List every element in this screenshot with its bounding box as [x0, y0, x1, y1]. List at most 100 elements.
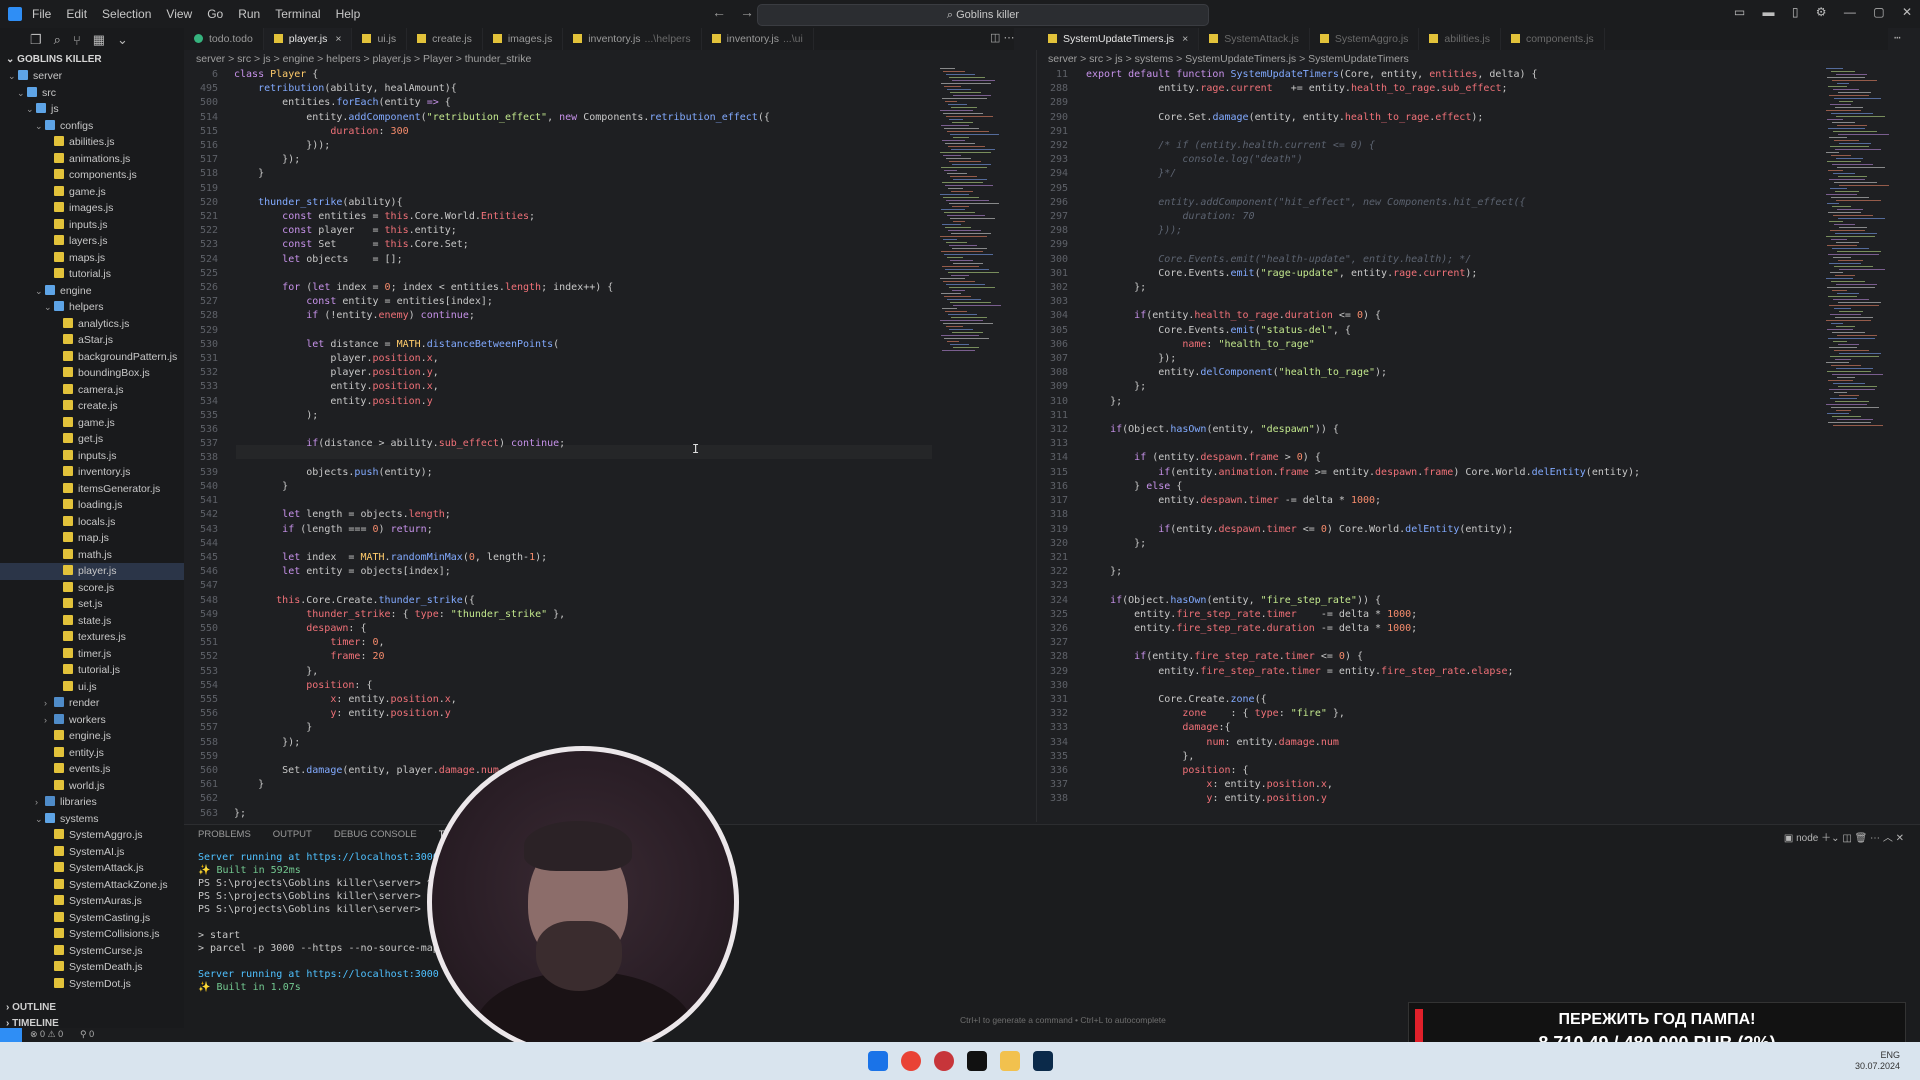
layout-icon[interactable]: ▭: [1734, 5, 1745, 19]
file-item[interactable]: state.js: [0, 613, 184, 630]
code-line[interactable]: if(entity.fire_step_rate.timer <= 0) {: [1086, 650, 1826, 664]
file-item[interactable]: game.js: [0, 415, 184, 432]
code-line[interactable]: player.position.x,: [234, 352, 934, 366]
file-item[interactable]: events.js: [0, 761, 184, 778]
close-panel-icon[interactable]: ✕: [1896, 833, 1904, 844]
code-line[interactable]: position: {: [1086, 764, 1826, 778]
code-line[interactable]: },: [234, 665, 934, 679]
folder-item[interactable]: ⌄ engine: [0, 283, 184, 300]
file-item[interactable]: SystemCasting.js: [0, 910, 184, 927]
maximize-panel-icon[interactable]: ︿: [1883, 833, 1893, 844]
source-control-icon[interactable]: ⑂: [73, 33, 81, 48]
folder-item[interactable]: › libraries: [0, 794, 184, 811]
code-line[interactable]: let length = objects.length;: [234, 508, 934, 522]
file-item[interactable]: ui.js: [0, 679, 184, 696]
code-line[interactable]: this.Core.Create.thunder_strike({: [234, 594, 934, 608]
file-item[interactable]: SystemAuras.js: [0, 893, 184, 910]
code-line[interactable]: entity.rage.current += entity.health_to_…: [1086, 82, 1826, 96]
code-line[interactable]: timer: 0,: [234, 636, 934, 650]
close-tab-icon[interactable]: ×: [335, 33, 341, 45]
more-actions-icon[interactable]: ⋯: [1894, 31, 1901, 44]
add-terminal-icon[interactable]: ＋⌄: [1821, 833, 1839, 844]
code-line[interactable]: Core.Create.zone({: [1086, 693, 1826, 707]
code-line[interactable]: };: [1086, 565, 1826, 579]
code-line[interactable]: } else {: [1086, 480, 1826, 494]
file-item[interactable]: maps.js: [0, 250, 184, 267]
file-item[interactable]: inputs.js: [0, 448, 184, 465]
file-item[interactable]: SystemAttack.js: [0, 860, 184, 877]
file-item[interactable]: get.js: [0, 431, 184, 448]
file-explorer-icon[interactable]: [1000, 1051, 1020, 1071]
code-line[interactable]: y: entity.position.y: [1086, 792, 1826, 806]
gear-icon[interactable]: ⚙: [1816, 5, 1827, 19]
code-line[interactable]: };: [1086, 281, 1826, 295]
code-line[interactable]: [234, 494, 934, 508]
editor-split-divider[interactable]: [1036, 50, 1037, 822]
code-line[interactable]: thunder_strike: { type: "thunder_strike"…: [234, 608, 934, 622]
code-line[interactable]: },: [1086, 750, 1826, 764]
files-icon[interactable]: ❐: [30, 32, 42, 48]
code-line[interactable]: [1086, 182, 1826, 196]
file-item[interactable]: camera.js: [0, 382, 184, 399]
tab-images-js[interactable]: images.js: [483, 28, 564, 50]
code-line[interactable]: objects.push(entity);: [234, 466, 934, 480]
code-line[interactable]: frame: 20: [234, 650, 934, 664]
menu-item-file[interactable]: File: [32, 7, 51, 21]
code-line[interactable]: Core.Set.damage(entity, entity.health_to…: [1086, 111, 1826, 125]
code-line[interactable]: [1086, 409, 1826, 423]
code-line[interactable]: }: [234, 167, 934, 181]
code-line[interactable]: class Player {: [234, 68, 934, 82]
code-line[interactable]: [1086, 96, 1826, 110]
code-line[interactable]: [234, 267, 934, 281]
code-line[interactable]: /* if (entity.health.current <= 0) {: [1086, 139, 1826, 153]
code-line[interactable]: thunder_strike(ability){: [234, 196, 934, 210]
photoshop-icon[interactable]: [1033, 1051, 1053, 1071]
remote-indicator[interactable]: [0, 1028, 22, 1042]
file-item[interactable]: score.js: [0, 580, 184, 597]
tab-systemupdatetimers-js[interactable]: SystemUpdateTimers.js ×: [1038, 28, 1200, 50]
code-line[interactable]: x: entity.position.x,: [1086, 778, 1826, 792]
folder-item[interactable]: ⌄ systems: [0, 811, 184, 828]
left-minimap[interactable]: [940, 68, 1010, 368]
code-line[interactable]: entity.fire_step_rate.duration -= delta …: [1086, 622, 1826, 636]
tab-abilities-js[interactable]: abilities.js: [1419, 28, 1501, 50]
code-line[interactable]: }: [234, 480, 934, 494]
chrome-icon[interactable]: [901, 1051, 921, 1071]
code-line[interactable]: [1086, 295, 1826, 309]
code-line[interactable]: y: entity.position.y: [234, 707, 934, 721]
code-line[interactable]: [234, 182, 934, 196]
system-tray[interactable]: ENG 30.07.2024: [1855, 1050, 1900, 1072]
code-line[interactable]: if(entity.despawn.timer <= 0) Core.World…: [1086, 523, 1826, 537]
tab-ui-js[interactable]: ui.js: [352, 28, 408, 50]
tab-components-js[interactable]: components.js: [1501, 28, 1605, 50]
split-terminal-icon[interactable]: ◫: [1842, 833, 1851, 844]
file-item[interactable]: inventory.js: [0, 464, 184, 481]
folder-item[interactable]: › workers: [0, 712, 184, 729]
menu-item-terminal[interactable]: Terminal: [275, 7, 320, 21]
code-line[interactable]: console.log("death"): [1086, 153, 1826, 167]
code-line[interactable]: duration: 300: [234, 125, 934, 139]
folder-item[interactable]: ⌄ js: [0, 101, 184, 118]
right-minimap[interactable]: [1826, 68, 1896, 448]
code-line[interactable]: const Set = this.Core.Set;: [234, 238, 934, 252]
code-line[interactable]: let distance = MATH.distanceBetweenPoint…: [234, 338, 934, 352]
menu-item-edit[interactable]: Edit: [66, 7, 87, 21]
command-center-search[interactable]: ⌕ Goblins killer: [757, 4, 1209, 26]
code-line[interactable]: [1086, 636, 1826, 650]
code-line[interactable]: let index = MATH.randomMinMax(0, length-…: [234, 551, 934, 565]
code-line[interactable]: for (let index = 0; index < entities.len…: [234, 281, 934, 295]
extensions-icon[interactable]: ▦: [93, 32, 105, 48]
code-line[interactable]: Core.Events.emit("health-update", entity…: [1086, 253, 1826, 267]
code-line[interactable]: zone : { type: "fire" },: [1086, 707, 1826, 721]
panel-tab-problems[interactable]: PROBLEMS: [198, 829, 251, 840]
file-item[interactable]: itemsGenerator.js: [0, 481, 184, 498]
code-line[interactable]: retribution(ability, healAmount){: [234, 82, 934, 96]
file-item[interactable]: SystemDeath.js: [0, 959, 184, 976]
clock-date[interactable]: 30.07.2024: [1855, 1061, 1900, 1071]
code-line[interactable]: if (length === 0) return;: [234, 523, 934, 537]
split-icon[interactable]: ▯: [1792, 5, 1799, 19]
file-item[interactable]: SystemAI.js: [0, 844, 184, 861]
terminal-output[interactable]: Server running at https://localhost:3000…: [198, 851, 445, 994]
code-line[interactable]: });: [234, 153, 934, 167]
file-item[interactable]: inputs.js: [0, 217, 184, 234]
